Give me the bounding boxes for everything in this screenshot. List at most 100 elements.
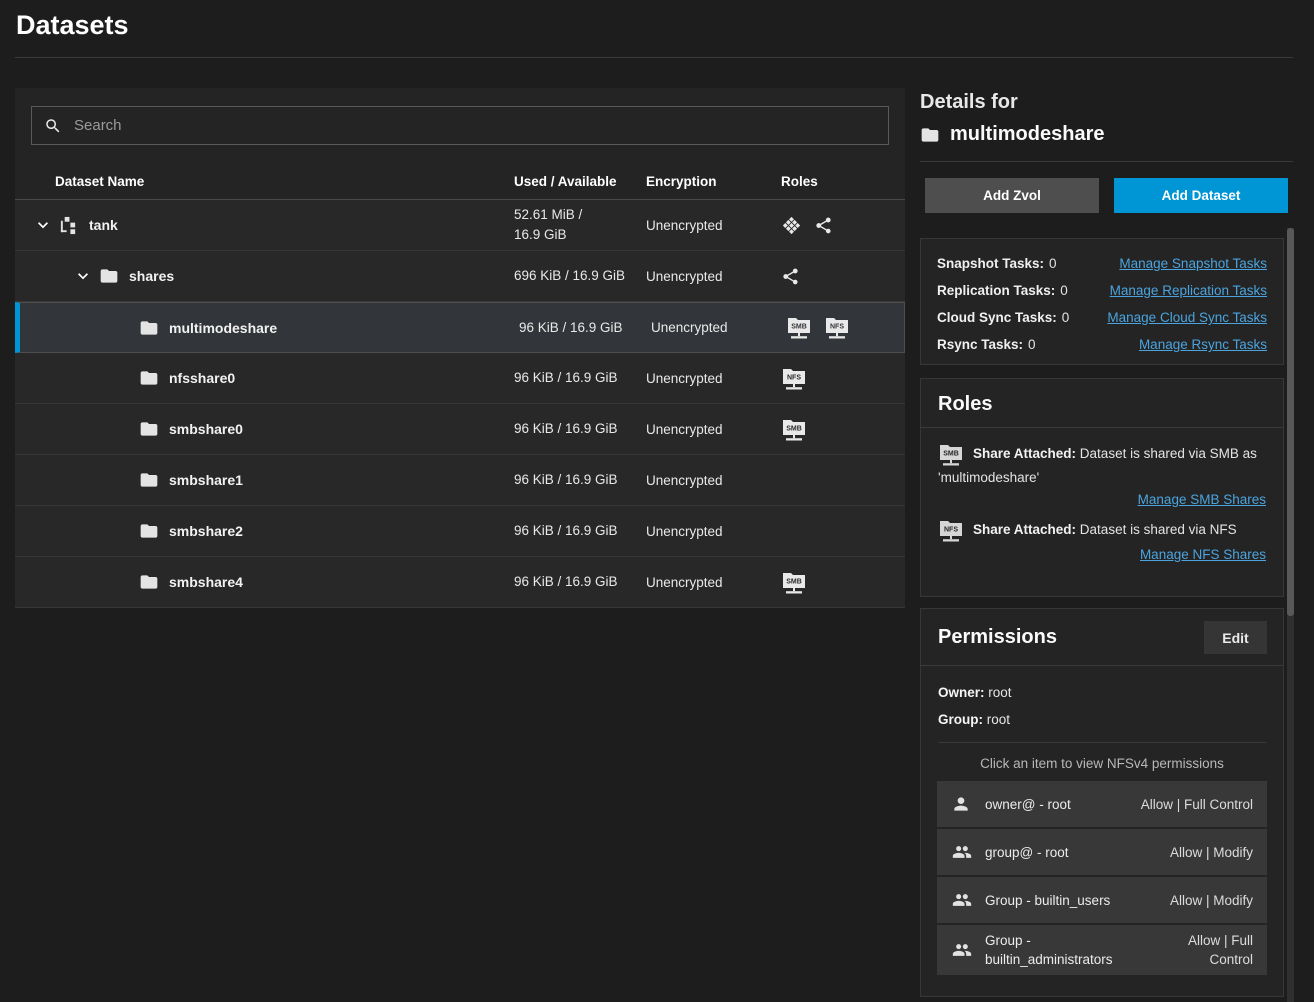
dataset-name: smbshare0 — [169, 421, 243, 437]
roles-cell: NFS — [781, 366, 905, 391]
apps-icon — [781, 215, 802, 236]
details-dataset-name: multimodeshare — [950, 123, 1104, 146]
search-input[interactable] — [74, 117, 876, 134]
svg-text:NFS: NFS — [787, 374, 801, 381]
table-row[interactable]: smbshare096 KiB / 16.9 GiBUnencryptedSMB — [15, 404, 905, 455]
permission-entry[interactable]: owner@ - rootAllow | Full Control — [937, 781, 1267, 827]
used-available-cell: 96 KiB / 16.9 GiB — [514, 521, 646, 541]
permission-access: Allow | Modify — [1170, 891, 1253, 910]
dataset-name: tank — [89, 217, 118, 233]
task-label: Replication Tasks:0 — [937, 283, 1068, 298]
roles-cell — [781, 267, 905, 286]
nfs-share-icon: NFS — [824, 315, 850, 340]
expand-chevron-icon[interactable] — [31, 215, 55, 235]
table-row[interactable]: nfsshare096 KiB / 16.9 GiBUnencryptedNFS — [15, 353, 905, 404]
permission-who: Group - builtin_users — [985, 891, 1170, 910]
dataset-name-cell: smbshare2 — [15, 521, 514, 541]
dataset-name: smbshare1 — [169, 472, 243, 488]
details-heading: Details for — [920, 88, 1294, 114]
table-row[interactable]: smbshare1 96 KiB / 16.9 GiBUnencrypted — [15, 455, 905, 506]
encryption-cell: Unencrypted — [646, 218, 781, 233]
permissions-title: Permissions — [938, 626, 1057, 649]
dataset-name: nfsshare0 — [169, 370, 235, 386]
task-manage-link[interactable]: Manage Replication Tasks — [1110, 283, 1267, 298]
group-label: Group: — [938, 712, 983, 727]
permission-entry[interactable]: group@ - rootAllow | Modify — [937, 829, 1267, 875]
used-available-cell: 52.61 MiB / 16.9 GiB — [514, 205, 610, 245]
column-header-used-available: Used / Available — [514, 174, 646, 189]
permission-entry[interactable]: Group - builtin_usersAllow | Modify — [937, 877, 1267, 923]
edit-permissions-button[interactable]: Edit — [1204, 621, 1267, 654]
dataset-tree: tank 52.61 MiB / 16.9 GiB Unencrypted share… — [15, 200, 905, 608]
add-zvol-button[interactable]: Add Zvol — [925, 178, 1099, 213]
owner-label: Owner: — [938, 685, 985, 700]
roles-title: Roles — [938, 393, 992, 416]
svg-text:SMB: SMB — [943, 451, 959, 458]
details-dataset: multimodeshare — [920, 123, 1294, 146]
task-manage-link[interactable]: Manage Snapshot Tasks — [1119, 256, 1267, 271]
details-scrollbar-thumb[interactable] — [1287, 228, 1294, 616]
smb-share-icon: SMB — [781, 570, 807, 595]
role-manage-link[interactable]: Manage NFS Shares — [1140, 547, 1266, 562]
details-divider — [920, 161, 1293, 162]
svg-text:SMB: SMB — [786, 578, 802, 585]
folder-icon — [139, 419, 159, 439]
role-label: Share Attached: — [973, 446, 1076, 461]
permission-access: Allow | Full Control — [1141, 795, 1253, 814]
dataset-name: smbshare4 — [169, 574, 243, 590]
task-manage-link[interactable]: Manage Cloud Sync Tasks — [1107, 310, 1267, 325]
dataset-name-cell: shares — [15, 266, 514, 286]
task-row: Cloud Sync Tasks:0Manage Cloud Sync Task… — [937, 304, 1267, 331]
dataset-name: multimodeshare — [169, 320, 277, 336]
folder-icon — [920, 125, 940, 145]
permission-who: owner@ - root — [985, 795, 1141, 814]
used-available-cell: 96 KiB / 16.9 GiB — [514, 470, 646, 490]
folder-icon — [139, 521, 159, 541]
task-manage-link[interactable]: Manage Rsync Tasks — [1139, 337, 1267, 352]
add-dataset-button[interactable]: Add Dataset — [1114, 178, 1288, 213]
permission-entry[interactable]: Group - builtin_administratorsAllow | Fu… — [937, 925, 1267, 975]
people-icon — [951, 890, 975, 910]
dataset-name-cell: multimodeshare — [20, 318, 519, 338]
column-header-dataset-name: Dataset Name — [15, 174, 514, 189]
smb-share-icon: SMB — [786, 315, 812, 340]
table-row[interactable]: multimodeshare 96 KiB / 16.9 GiBUnencrypt… — [15, 302, 905, 353]
folder-icon — [139, 572, 159, 592]
encryption-cell: Unencrypted — [646, 524, 781, 539]
table-row[interactable]: tank 52.61 MiB / 16.9 GiB Unencrypted — [15, 200, 905, 251]
role-item: SMBShare Attached: Dataset is shared via… — [938, 442, 1266, 509]
dataset-name-cell: smbshare0 — [15, 419, 514, 439]
search-box[interactable] — [31, 106, 889, 145]
table-header: Dataset Name Used / Available Encryption… — [15, 163, 905, 200]
details-scrollbar-track[interactable] — [1287, 228, 1294, 1002]
encryption-cell: Unencrypted — [646, 575, 781, 590]
column-header-encryption: Encryption — [646, 174, 781, 189]
encryption-cell: Unencrypted — [646, 422, 781, 437]
role-description: Dataset is shared via NFS — [1080, 522, 1237, 537]
dataset-name-cell: tank — [15, 215, 514, 235]
used-available-cell: 96 KiB / 16.9 GiB — [514, 572, 646, 592]
table-row[interactable]: smbshare296 KiB / 16.9 GiBUnencrypted — [15, 506, 905, 557]
permissions-hint: Click an item to view NFSv4 permissions — [921, 756, 1283, 771]
permission-who: group@ - root — [985, 843, 1170, 862]
used-available-cell: 96 KiB / 16.9 GiB — [519, 318, 651, 338]
used-available-cell: 96 KiB / 16.9 GiB — [514, 368, 646, 388]
permissions-divider — [938, 742, 1266, 743]
smb-share-icon: SMB — [781, 417, 807, 442]
people-icon — [951, 842, 975, 862]
permission-access: Allow | Modify — [1170, 843, 1253, 862]
page-title: Datasets — [16, 10, 129, 41]
nfs-share-icon: NFS — [781, 366, 807, 391]
table-row[interactable]: shares696 KiB / 16.9 GiBUnencrypted — [15, 251, 905, 302]
encryption-cell: Unencrypted — [651, 320, 786, 335]
task-label: Rsync Tasks:0 — [937, 337, 1036, 352]
permission-access: Allow | Full Control — [1149, 931, 1253, 969]
encryption-cell: Unencrypted — [646, 473, 781, 488]
table-row[interactable]: smbshare4 96 KiB / 16.9 GiBUnencrypted SMB — [15, 557, 905, 608]
owner-line: Owner: root — [921, 666, 1283, 700]
roles-cell: SMB NFS — [786, 315, 910, 340]
role-manage-link[interactable]: Manage SMB Shares — [1138, 492, 1266, 507]
expand-chevron-icon[interactable] — [71, 266, 95, 286]
task-row: Rsync Tasks:0 Manage Rsync Tasks — [937, 331, 1267, 358]
role-label: Share Attached: — [973, 522, 1076, 537]
